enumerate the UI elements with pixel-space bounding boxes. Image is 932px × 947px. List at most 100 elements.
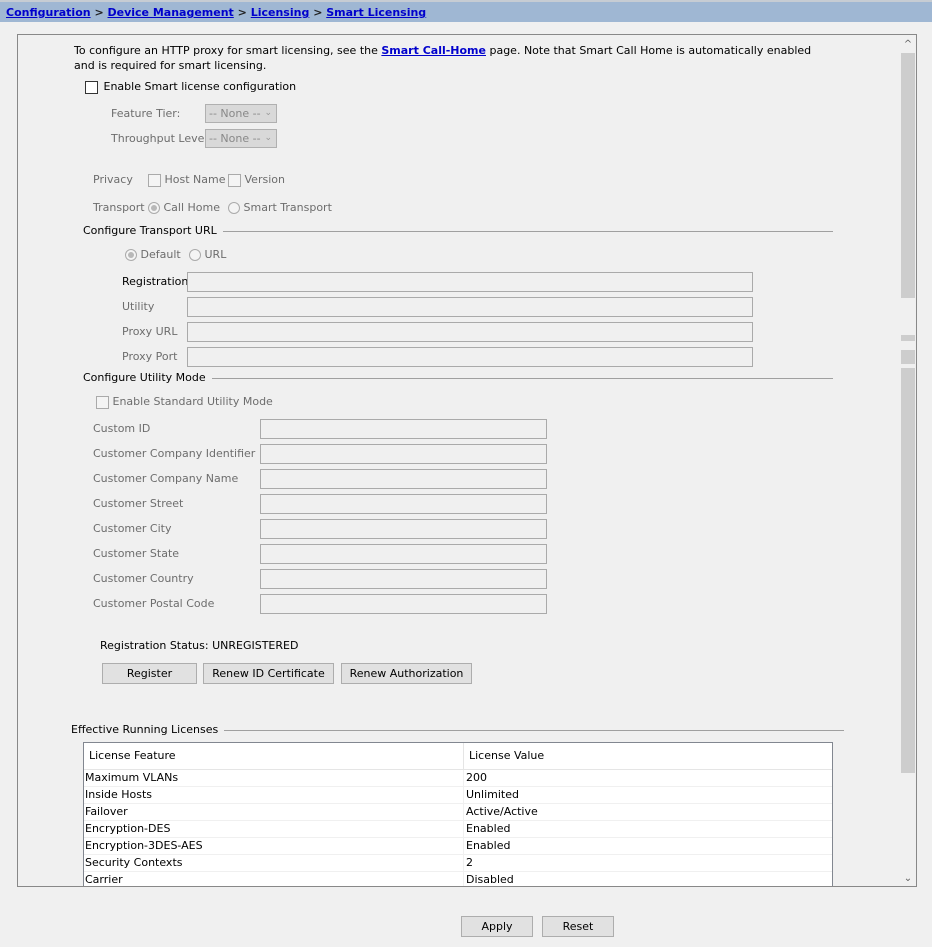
radio-circle[interactable]: [189, 249, 201, 261]
license-value-cell: Enabled: [466, 822, 511, 835]
proxy-port-label: Proxy Port: [122, 350, 178, 363]
customer-company-name-input[interactable]: [260, 469, 547, 489]
smart-call-home-link[interactable]: Smart Call-Home: [381, 44, 486, 57]
renew-authorization-button[interactable]: Renew Authorization: [341, 663, 472, 684]
scrollbar-thumb[interactable]: [901, 53, 915, 298]
version-checkbox[interactable]: Version: [228, 173, 285, 187]
license-value-cell: 200: [466, 771, 487, 784]
license-feature-cell: Encryption-3DES-AES: [84, 838, 464, 854]
scrollbar-track-fill: [901, 368, 915, 773]
license-feature-cell: Security Contexts: [84, 855, 464, 871]
table-row[interactable]: Encryption-DES Enabled: [84, 821, 832, 838]
custom-id-label: Custom ID: [93, 422, 151, 435]
column-header-license-value[interactable]: License Value: [464, 743, 544, 769]
chevron-down-icon: ⌄: [264, 133, 272, 143]
reset-button[interactable]: Reset: [542, 916, 614, 937]
url-label: URL: [204, 248, 227, 261]
enable-smart-license-checkbox[interactable]: Enable Smart license configuration: [85, 80, 296, 94]
checkbox-box[interactable]: [85, 80, 98, 94]
breadcrumb-device-management[interactable]: Device Management: [108, 6, 234, 19]
breadcrumb-licensing[interactable]: Licensing: [251, 6, 310, 19]
customer-country-input[interactable]: [260, 569, 547, 589]
customer-state-label: Customer State: [93, 547, 180, 560]
scrollbar-marker: [901, 335, 915, 341]
customer-company-identifier-input[interactable]: [260, 444, 547, 464]
vertical-scrollbar[interactable]: ^ ⌄: [900, 35, 916, 886]
host-name-checkbox[interactable]: Host Name: [148, 173, 226, 187]
license-feature-cell: Carrier: [84, 872, 464, 886]
license-value-cell: 2: [466, 856, 473, 869]
radio-circle[interactable]: [148, 202, 160, 214]
smart-licensing-panel: To configure an HTTP proxy for smart lic…: [17, 34, 917, 887]
enable-standard-utility-checkbox[interactable]: Enable Standard Utility Mode: [96, 395, 273, 409]
license-value-cell: Enabled: [466, 839, 511, 852]
table-row[interactable]: Encryption-3DES-AES Enabled: [84, 838, 832, 855]
license-feature-cell: Failover: [84, 804, 464, 820]
call-home-radio[interactable]: Call Home: [148, 201, 220, 214]
checkbox-box[interactable]: [96, 395, 109, 409]
default-label: Default: [140, 248, 181, 261]
customer-street-input[interactable]: [260, 494, 547, 514]
breadcrumb-separator: >: [313, 6, 323, 19]
proxy-url-input[interactable]: [187, 322, 753, 342]
breadcrumb-smart-licensing[interactable]: Smart Licensing: [326, 6, 426, 19]
customer-country-label: Customer Country: [93, 572, 194, 585]
transport-label: Transport: [93, 201, 145, 214]
table-row[interactable]: Carrier Disabled: [84, 872, 832, 886]
customer-company-identifier-label: Customer Company Identifier: [93, 447, 256, 460]
registration-status: Registration Status: UNREGISTERED: [100, 639, 298, 652]
radio-circle[interactable]: [228, 202, 240, 214]
registration-status-label: Registration Status:: [100, 639, 209, 652]
call-home-label: Call Home: [163, 201, 221, 214]
table-row[interactable]: Failover Active/Active: [84, 804, 832, 821]
host-name-label: Host Name: [164, 173, 226, 186]
checkbox-box[interactable]: [148, 173, 161, 187]
table-row[interactable]: Maximum VLANs 200: [84, 770, 832, 787]
apply-button[interactable]: Apply: [461, 916, 533, 937]
chevron-up-icon[interactable]: ^: [900, 37, 916, 53]
utility-url-label: Utility: [122, 300, 155, 313]
register-button[interactable]: Register: [102, 663, 197, 684]
scrollbar-marker: [901, 350, 915, 364]
breadcrumb-separator: >: [237, 6, 247, 19]
feature-tier-label: Feature Tier:: [111, 107, 181, 120]
customer-postal-code-label: Customer Postal Code: [93, 597, 215, 610]
licenses-table: License Feature License Value Maximum VL…: [83, 742, 833, 886]
custom-id-input[interactable]: [260, 419, 547, 439]
breadcrumb-separator: >: [94, 6, 104, 19]
customer-postal-code-input[interactable]: [260, 594, 547, 614]
default-radio[interactable]: Default: [125, 248, 181, 261]
customer-city-input[interactable]: [260, 519, 547, 539]
utility-mode-title: Configure Utility Mode: [83, 371, 212, 384]
smart-transport-label: Smart Transport: [243, 201, 332, 214]
proxy-url-label: Proxy URL: [122, 325, 178, 338]
throughput-level-select[interactable]: -- None -- ⌄: [205, 129, 277, 148]
enable-smart-license-label: Enable Smart license configuration: [103, 80, 297, 93]
customer-street-label: Customer Street: [93, 497, 184, 510]
customer-city-label: Customer City: [93, 522, 172, 535]
registration-url-input[interactable]: [187, 272, 753, 292]
registration-url-label: Registration: [122, 275, 189, 288]
version-label: Version: [244, 173, 285, 186]
feature-tier-select[interactable]: -- None -- ⌄: [205, 104, 277, 123]
column-header-license-feature[interactable]: License Feature: [84, 743, 464, 769]
proxy-port-input[interactable]: [187, 347, 753, 367]
customer-state-input[interactable]: [260, 544, 547, 564]
throughput-level-label: Throughput Level:: [111, 132, 212, 145]
utility-url-input[interactable]: [187, 297, 753, 317]
checkbox-box[interactable]: [228, 173, 241, 187]
url-radio[interactable]: URL: [189, 248, 226, 261]
license-value-cell: Disabled: [466, 873, 514, 886]
table-row[interactable]: Inside Hosts Unlimited: [84, 787, 832, 804]
radio-circle[interactable]: [125, 249, 137, 261]
license-value-cell: Unlimited: [466, 788, 519, 801]
table-row[interactable]: Security Contexts 2: [84, 855, 832, 872]
licenses-title: Effective Running Licenses: [71, 723, 225, 736]
breadcrumb-bar: Configuration > Device Management > Lice…: [0, 0, 932, 22]
chevron-down-icon[interactable]: ⌄: [900, 871, 916, 886]
breadcrumb-configuration[interactable]: Configuration: [6, 6, 91, 19]
chevron-down-icon: ⌄: [264, 108, 272, 118]
renew-id-certificate-button[interactable]: Renew ID Certificate: [203, 663, 334, 684]
intro-text: To configure an HTTP proxy for smart lic…: [74, 44, 812, 72]
smart-transport-radio[interactable]: Smart Transport: [228, 201, 332, 214]
